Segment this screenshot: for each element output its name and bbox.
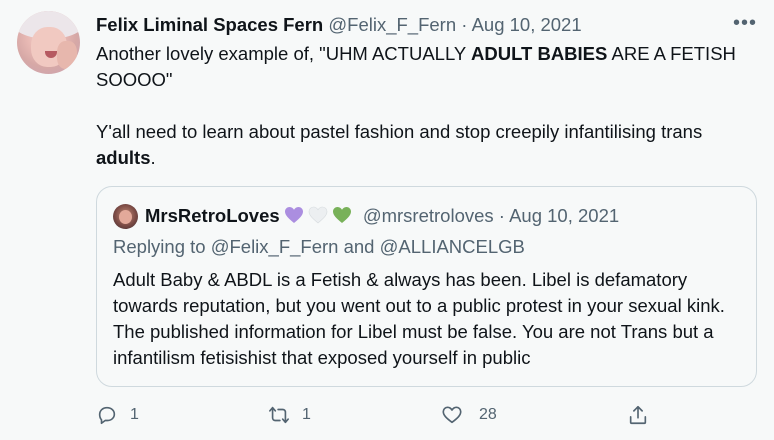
quoted-separator-dot: · (493, 205, 510, 226)
quoted-tweet-date: Aug 10, 2021 (509, 205, 620, 226)
author-name[interactable]: Felix Liminal Spaces Fern (96, 14, 323, 35)
quoted-author-avatar (113, 204, 138, 229)
tweet-actions: 1 1 28 (0, 400, 774, 430)
reply-count: 1 (130, 406, 139, 423)
like-count: 28 (479, 406, 497, 423)
more-options-icon[interactable]: ••• (733, 13, 757, 33)
reply-user-1[interactable]: @Felix_F_Fern (211, 236, 339, 257)
white-heart-icon (308, 206, 327, 224)
retweet-icon (269, 406, 289, 424)
reply-button[interactable]: 1 (96, 400, 139, 430)
quoted-tweet[interactable]: MrsRetroLoves @mrsretroloves · Aug 10, 2… (96, 186, 757, 387)
quoted-tweet-text: Adult Baby & ABDL is a Fetish & always h… (113, 269, 725, 368)
tweet-date[interactable]: Aug 10, 2021 (472, 14, 582, 35)
replying-to: Replying to @Felix_F_Fern and @ALLIANCEL… (113, 236, 525, 257)
separator-dot: · (456, 14, 472, 35)
share-icon (629, 405, 647, 425)
tweet-paragraph-1: Another lovely example of, "UHM ACTUALLY… (96, 43, 736, 90)
like-button[interactable]: 28 (441, 400, 497, 430)
retweet-count: 1 (302, 406, 311, 423)
share-button[interactable] (627, 400, 649, 430)
retweet-button[interactable]: 1 (268, 400, 311, 430)
reply-icon (98, 406, 116, 425)
heart-icon (442, 406, 462, 424)
reply-user-2[interactable]: @ALLIANCELGB (380, 236, 525, 257)
author-handle[interactable]: @Felix_F_Fern (328, 14, 456, 35)
quoted-author-name: MrsRetroLoves (145, 205, 280, 226)
quoted-author-handle: @mrsretroloves (362, 205, 494, 226)
purple-heart-icon (284, 207, 303, 223)
tweet-text: Another lovely example of, "UHM ACTUALLY… (96, 41, 758, 171)
quoted-tweet-header: MrsRetroLoves @mrsretroloves · Aug 10, 2… (145, 205, 619, 227)
green-heart-icon (332, 207, 351, 223)
author-avatar[interactable] (17, 11, 80, 74)
tweet-paragraph-2: Y'all need to learn about pastel fashion… (96, 121, 703, 168)
tweet-header: Felix Liminal Spaces Fern @Felix_F_Fern … (96, 14, 582, 36)
